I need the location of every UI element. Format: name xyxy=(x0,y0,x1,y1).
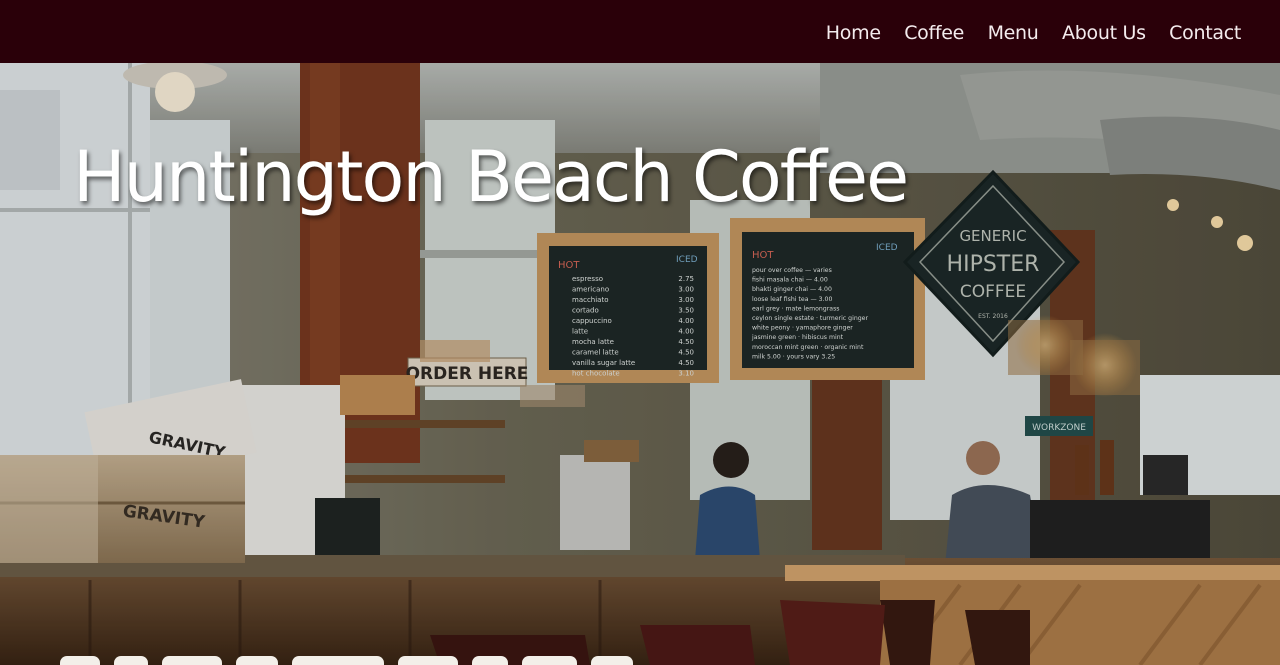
top-navbar: Home Coffee Menu About Us Contact xyxy=(0,0,1280,63)
hero-section: HOT ICED espresso 2.75 americano 3.00 macchi… xyxy=(0,63,1280,665)
nav-link-about-us[interactable]: About Us xyxy=(1062,22,1146,44)
nav-link-coffee[interactable]: Coffee xyxy=(904,22,964,44)
nav-link-menu[interactable]: Menu xyxy=(988,22,1039,44)
hero-title: Huntington Beach Coffee xyxy=(73,136,909,218)
nav-links: Home Coffee Menu About Us Contact xyxy=(802,0,1242,66)
nav-link-home[interactable]: Home xyxy=(826,22,881,44)
nav-link-contact[interactable]: Contact xyxy=(1169,22,1241,44)
hero-subtitle-cut-off xyxy=(60,655,760,665)
